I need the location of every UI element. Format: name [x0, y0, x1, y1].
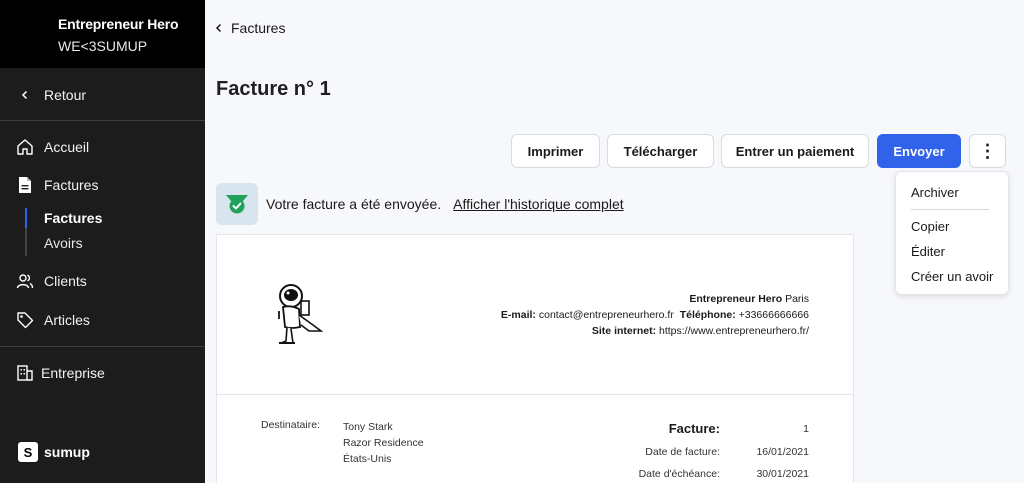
menu-item-editer[interactable]: Éditer	[911, 244, 945, 259]
company-contact-line: E-mail: contact@entrepreneurhero.fr Télé…	[501, 307, 809, 323]
invoice-preview: Entrepreneur Hero Paris E-mail: contact@…	[216, 234, 854, 483]
recipient-line: États-Unis	[343, 453, 392, 465]
back-label: Retour	[44, 87, 87, 103]
recipient-line: Razor Residence	[343, 437, 424, 449]
menu-item-creer-avoir[interactable]: Créer un avoir	[911, 269, 993, 284]
organization-header[interactable]: Entrepreneur Hero WE<3SUMUP	[0, 0, 205, 68]
sidebar-item-label: Entreprise	[41, 365, 105, 381]
organization-name: Entrepreneur Hero	[58, 16, 179, 32]
send-button[interactable]: Envoyer	[877, 134, 961, 168]
due-date-label: Date d'échéance:	[638, 468, 720, 480]
enter-payment-button[interactable]: Entrer un paiement	[721, 134, 869, 168]
more-options-menu: Archiver Copier Éditer Créer un avoir	[895, 171, 1009, 295]
company-site: https://www.entrepreneurhero.fr/	[659, 325, 809, 337]
tag-icon	[16, 311, 34, 329]
company-city: Paris	[785, 293, 809, 305]
sidebar-subitem-factures[interactable]: Factures	[44, 210, 102, 226]
due-date: 30/01/2021	[756, 468, 809, 480]
company-name: Entrepreneur Hero	[689, 293, 783, 305]
building-icon	[16, 364, 34, 382]
company-info: Entrepreneur Hero Paris E-mail: contact@…	[501, 291, 809, 339]
company-phone: +33666666666	[738, 309, 809, 321]
sidebar-item-label: Factures	[44, 177, 99, 193]
sidebar-item-entreprise[interactable]: Entreprise	[0, 364, 205, 382]
document-icon	[16, 176, 34, 194]
more-options-button[interactable]: ⋮	[969, 134, 1006, 168]
invoice-number: 1	[803, 423, 809, 435]
sidebar-divider	[0, 120, 205, 121]
sumup-logo-icon: S	[18, 442, 38, 462]
company-name-line: Entrepreneur Hero Paris	[501, 291, 809, 307]
company-email: contact@entrepreneurhero.fr	[538, 309, 674, 321]
invoice-divider	[217, 394, 853, 395]
breadcrumb[interactable]: Factures	[215, 20, 285, 36]
sidebar-item-clients[interactable]: Clients	[0, 272, 205, 290]
sumup-logo: S sumup	[18, 442, 90, 462]
company-site-line: Site internet: https://www.entrepreneurh…	[501, 323, 809, 339]
invoice-date: 16/01/2021	[756, 446, 809, 458]
print-button[interactable]: Imprimer	[511, 134, 600, 168]
sidebar-item-articles[interactable]: Articles	[0, 311, 205, 329]
sent-notice: Votre facture a été envoyée. Afficher l'…	[216, 183, 624, 225]
notice-text: Votre facture a été envoyée.	[266, 196, 442, 212]
breadcrumb-label: Factures	[231, 20, 286, 36]
recipient-line: Tony Stark	[343, 421, 393, 433]
menu-item-archiver[interactable]: Archiver	[911, 185, 959, 200]
invoice-date-label: Date de facture:	[645, 446, 720, 458]
sumup-logo-text: sumup	[44, 444, 90, 460]
chevron-left-icon	[215, 21, 223, 36]
sidebar-item-accueil[interactable]: Accueil	[0, 138, 205, 156]
envelope-check-icon	[216, 183, 258, 225]
download-button[interactable]: Télécharger	[607, 134, 714, 168]
sidebar: Entrepreneur Hero WE<3SUMUP Retour Accue…	[0, 0, 205, 483]
chevron-left-icon	[16, 86, 34, 104]
recipient-label: Destinataire:	[261, 419, 320, 431]
astronaut-logo-icon	[275, 281, 325, 352]
history-link[interactable]: Afficher l'historique complet	[453, 196, 624, 212]
recipient-address: Tony Stark Razor Residence États-Unis	[343, 419, 424, 467]
page-title: Facture n° 1	[216, 78, 331, 100]
more-vertical-icon: ⋮	[978, 141, 997, 161]
site-label: Site internet:	[591, 325, 657, 337]
back-link[interactable]: Retour	[0, 86, 205, 104]
organization-subtitle: WE<3SUMUP	[58, 38, 148, 54]
sidebar-item-factures[interactable]: Factures	[0, 176, 205, 194]
sidebar-item-label: Accueil	[44, 139, 90, 155]
sidebar-divider	[0, 346, 205, 347]
submenu-active-indicator	[25, 208, 27, 228]
invoice-number-label: Facture:	[668, 421, 720, 436]
home-icon	[16, 138, 34, 156]
menu-divider	[911, 209, 989, 210]
sidebar-item-label: Clients	[44, 273, 87, 289]
phone-label: Téléphone:	[679, 309, 736, 321]
sidebar-subitem-avoirs[interactable]: Avoirs	[44, 235, 83, 251]
users-icon	[16, 272, 34, 290]
email-label: E-mail:	[500, 309, 536, 321]
sidebar-item-label: Articles	[44, 312, 90, 328]
menu-item-copier[interactable]: Copier	[911, 219, 949, 234]
